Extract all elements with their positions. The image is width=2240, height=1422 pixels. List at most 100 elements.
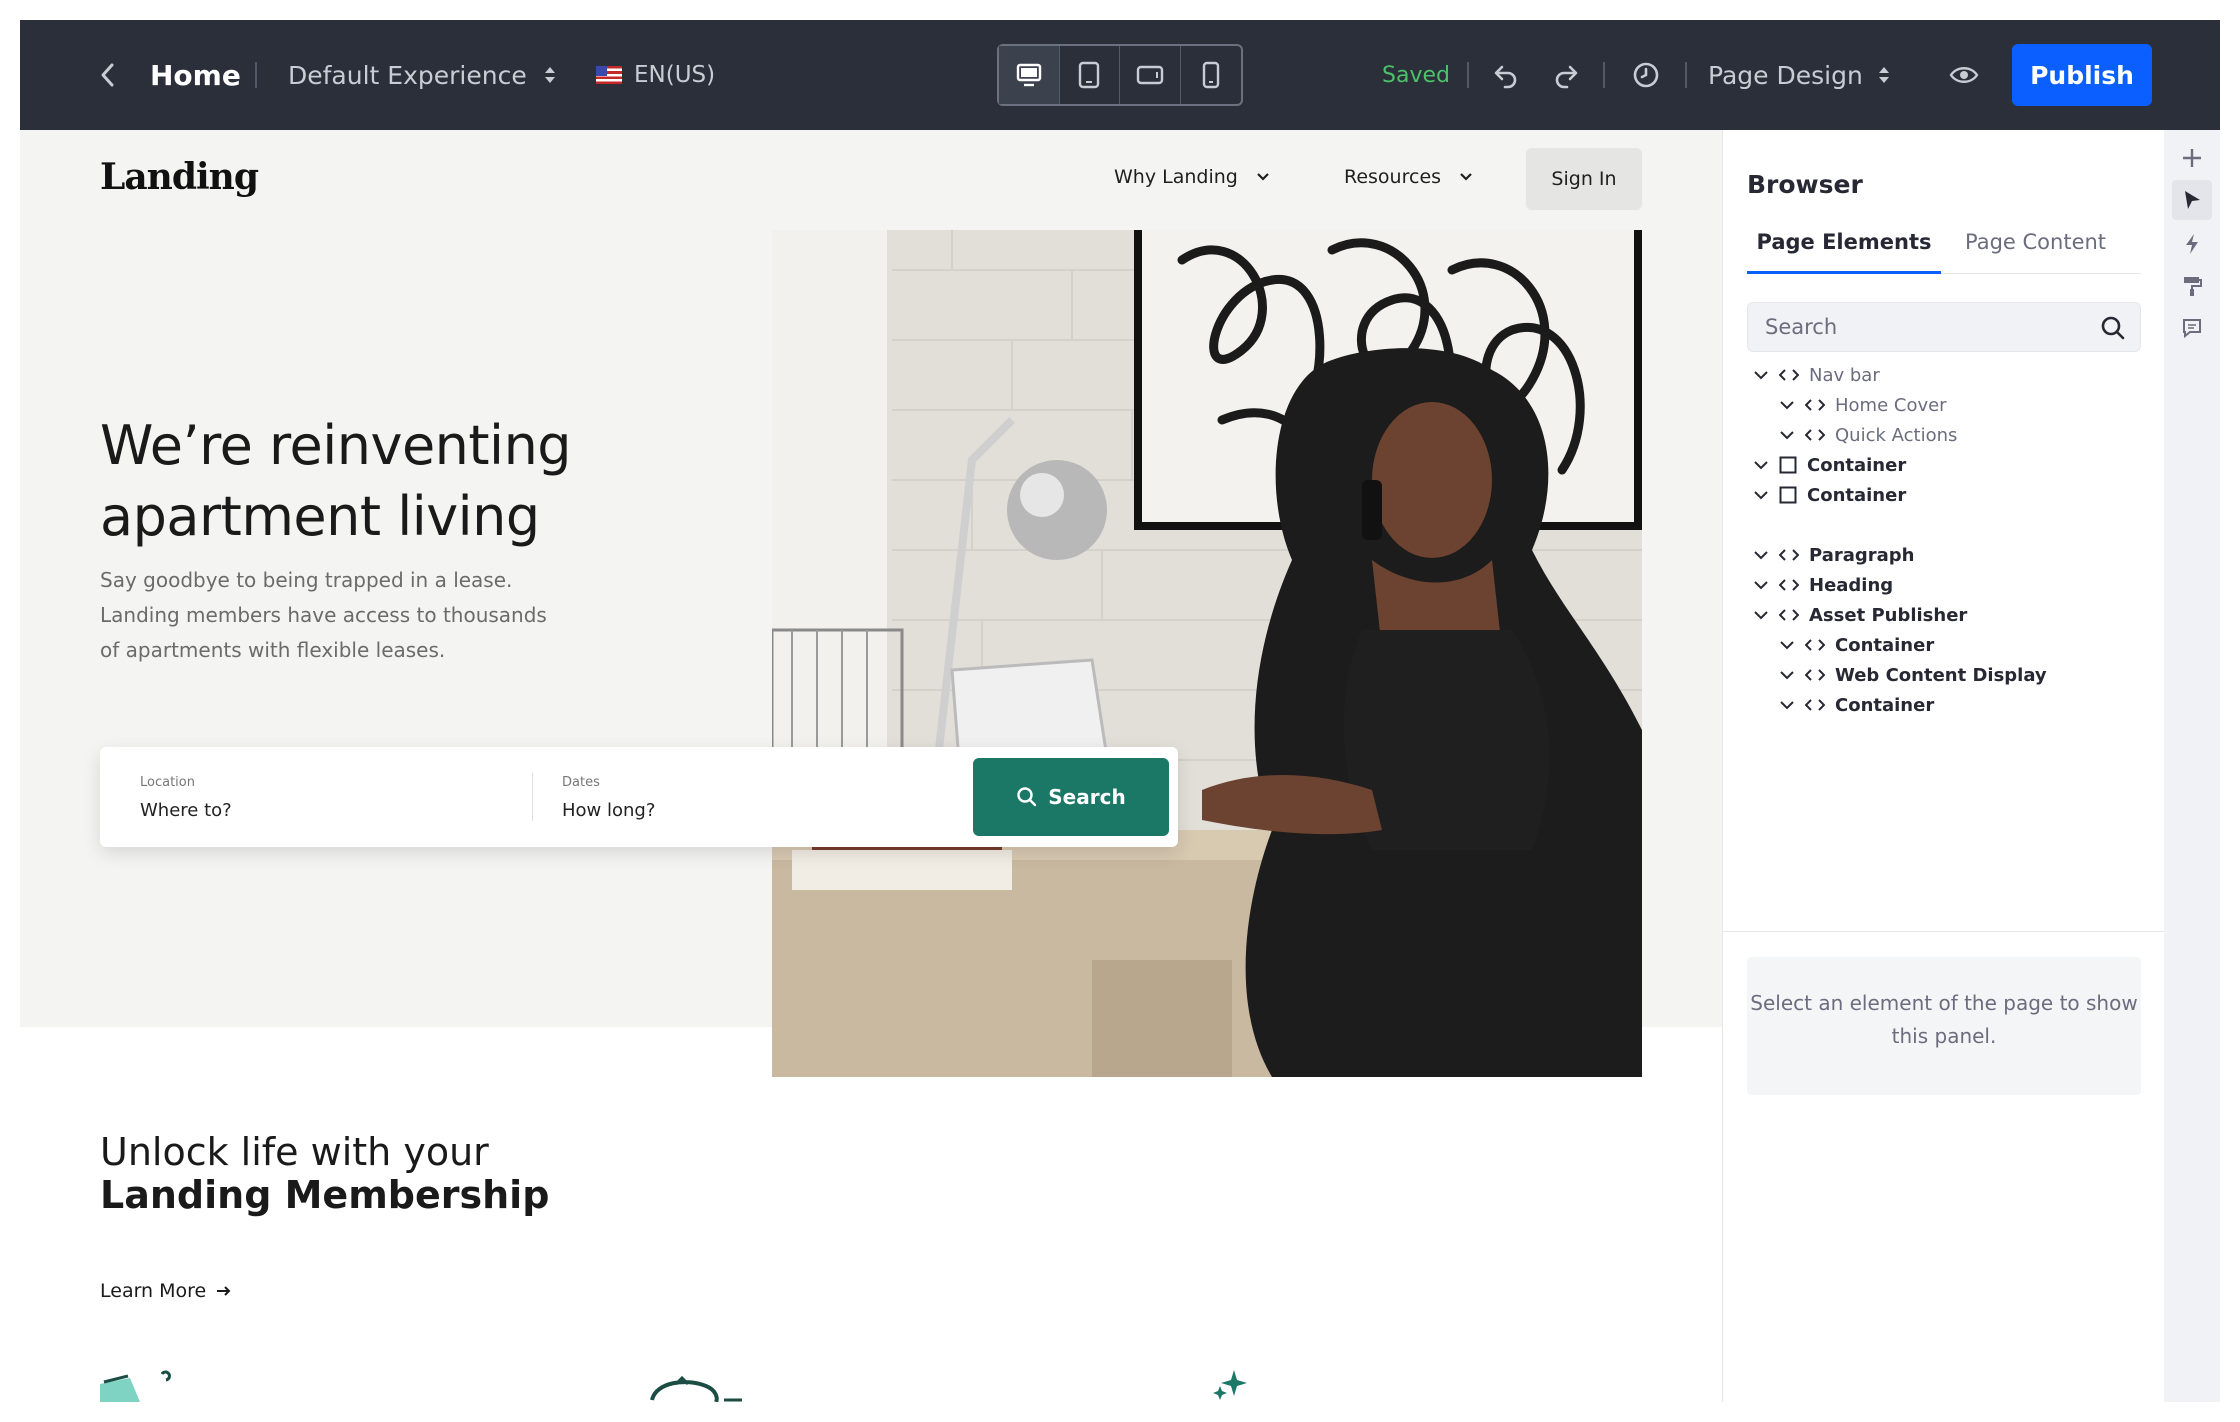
chevron-down-icon[interactable] [1779,699,1795,711]
preview-button[interactable] [1944,55,1984,95]
chevron-down-icon[interactable] [1779,639,1795,651]
mobile-icon [1202,61,1219,89]
nav-label: Why Landing [1114,166,1238,188]
search-icon[interactable] [2100,315,2126,341]
tree-item[interactable]: Home Cover [1779,390,1947,420]
redo-button[interactable] [1546,55,1586,95]
tree-item[interactable]: Nav bar [1753,360,1880,390]
empty-state-message: Select an element of the page to show th… [1747,957,2141,1095]
location-value: Where to? [140,800,232,821]
toolbar-divider [1467,62,1469,88]
chevron-down-icon[interactable] [1779,429,1795,441]
tablet-icon [1079,61,1100,89]
chevron-down-icon[interactable] [1779,669,1795,681]
sparkle-icon [1213,1370,1247,1400]
toolbar-divider [255,62,257,88]
chevron-down-icon [1257,173,1269,181]
redo-icon [1555,65,1578,89]
chevron-down-icon[interactable] [1779,399,1795,411]
tree-item[interactable]: Heading [1753,570,1893,600]
nav-why-landing[interactable]: Why Landing [1114,166,1270,188]
comments-button[interactable] [2172,308,2212,348]
tree-item[interactable]: Container [1779,630,1934,660]
save-status: Saved [1382,62,1450,88]
membership-heading-line2: Landing Membership [100,1173,550,1217]
undo-button[interactable] [1486,55,1526,95]
element-search [1747,302,2141,352]
desktop-view-button[interactable] [999,46,1060,104]
site-logo[interactable]: Landing [100,156,259,198]
search-button[interactable]: Search [973,758,1169,836]
code-icon [1779,609,1799,621]
browser-button[interactable] [2172,180,2212,220]
woman-at-desk-illustration [772,230,1642,1077]
plus-icon [2183,149,2201,167]
feature-illustration-icon [100,1370,171,1402]
location-field[interactable]: Location Where to? [140,775,232,821]
tablet-view-button[interactable] [1060,46,1120,104]
tree-item-label: Container [1835,634,1935,656]
hero-heading: We’re reinventing apartment living [100,414,572,548]
hero-image [772,230,1642,1077]
chevron-down-icon[interactable] [1753,489,1769,501]
landscape-view-button[interactable] [1120,46,1181,104]
chevron-down-icon[interactable] [1753,369,1769,381]
browser-panel: Browser Page Elements Page Content Nav b… [1722,130,2165,1402]
tree-item[interactable]: Container [1779,690,1934,720]
mobile-view-button[interactable] [1181,46,1242,104]
toolbar-divider [1685,62,1687,88]
nav-resources[interactable]: Resources [1344,166,1473,188]
publish-button[interactable]: Publish [2012,44,2152,106]
search-icon [1017,787,1037,807]
chevron-down-icon[interactable] [1753,579,1769,591]
history-button[interactable] [1626,55,1666,95]
code-icon [1779,369,1799,381]
device-preview-group [997,44,1243,106]
paint-roller-icon [2184,277,2202,296]
membership-heading-line1: Unlock life with your [100,1130,489,1174]
search-button-label: Search [1048,785,1126,809]
tree-item[interactable]: Web Content Display [1779,660,2047,690]
tree-item-label: Container [1807,454,1907,476]
actions-button[interactable] [2172,224,2212,264]
tab-page-elements[interactable]: Page Elements [1747,230,1941,274]
sign-in-button[interactable]: Sign In [1526,148,1642,210]
tree-item[interactable]: Container [1753,480,1906,510]
tab-page-content[interactable]: Page Content [1965,230,2106,274]
box-icon [1779,486,1797,504]
tablet-landscape-icon [1136,65,1163,85]
style-button[interactable] [2172,266,2212,306]
code-icon [1805,699,1825,711]
code-icon [1779,579,1799,591]
panel-title: Browser [1747,170,1863,199]
side-rail [2164,130,2220,1402]
tree-item[interactable]: Asset Publisher [1753,600,1967,630]
quick-actions-search: Location Where to? Dates How long? Searc… [100,747,1178,847]
page-design-selector[interactable]: Page Design [1708,54,1891,96]
back-button[interactable] [88,55,128,95]
learn-more-link[interactable]: Learn More [100,1280,232,1302]
dates-field[interactable]: Dates How long? [562,775,655,821]
experience-selector[interactable]: Default Experience [288,54,557,96]
chevron-down-icon[interactable] [1753,549,1769,561]
tree-item[interactable]: Paragraph [1753,540,1915,570]
editor-toolbar: Home Default Experience EN(US) Saved Pag… [20,20,2220,130]
search-input[interactable] [1748,303,2088,351]
us-flag-icon [596,66,622,84]
arrow-right-icon [217,1286,231,1296]
chevron-down-icon[interactable] [1753,459,1769,471]
chevron-down-icon[interactable] [1753,609,1769,621]
code-icon [1805,429,1825,441]
tree-item[interactable]: Container [1753,450,1906,480]
language-selector[interactable]: EN(US) [596,54,715,96]
panel-tabs: Page Elements Page Content [1747,222,2141,274]
chevron-left-icon [101,63,114,87]
add-button[interactable] [2172,138,2212,178]
page-canvas: Landing Why Landing Resources Sign In We… [20,130,1722,1402]
tree-item-label: Asset Publisher [1809,604,1968,626]
cursor-icon [2185,191,2200,209]
code-icon [1779,549,1799,561]
experience-label: Default Experience [288,60,527,90]
page-title: Home [150,58,241,92]
tree-item[interactable]: Quick Actions [1779,420,1957,450]
